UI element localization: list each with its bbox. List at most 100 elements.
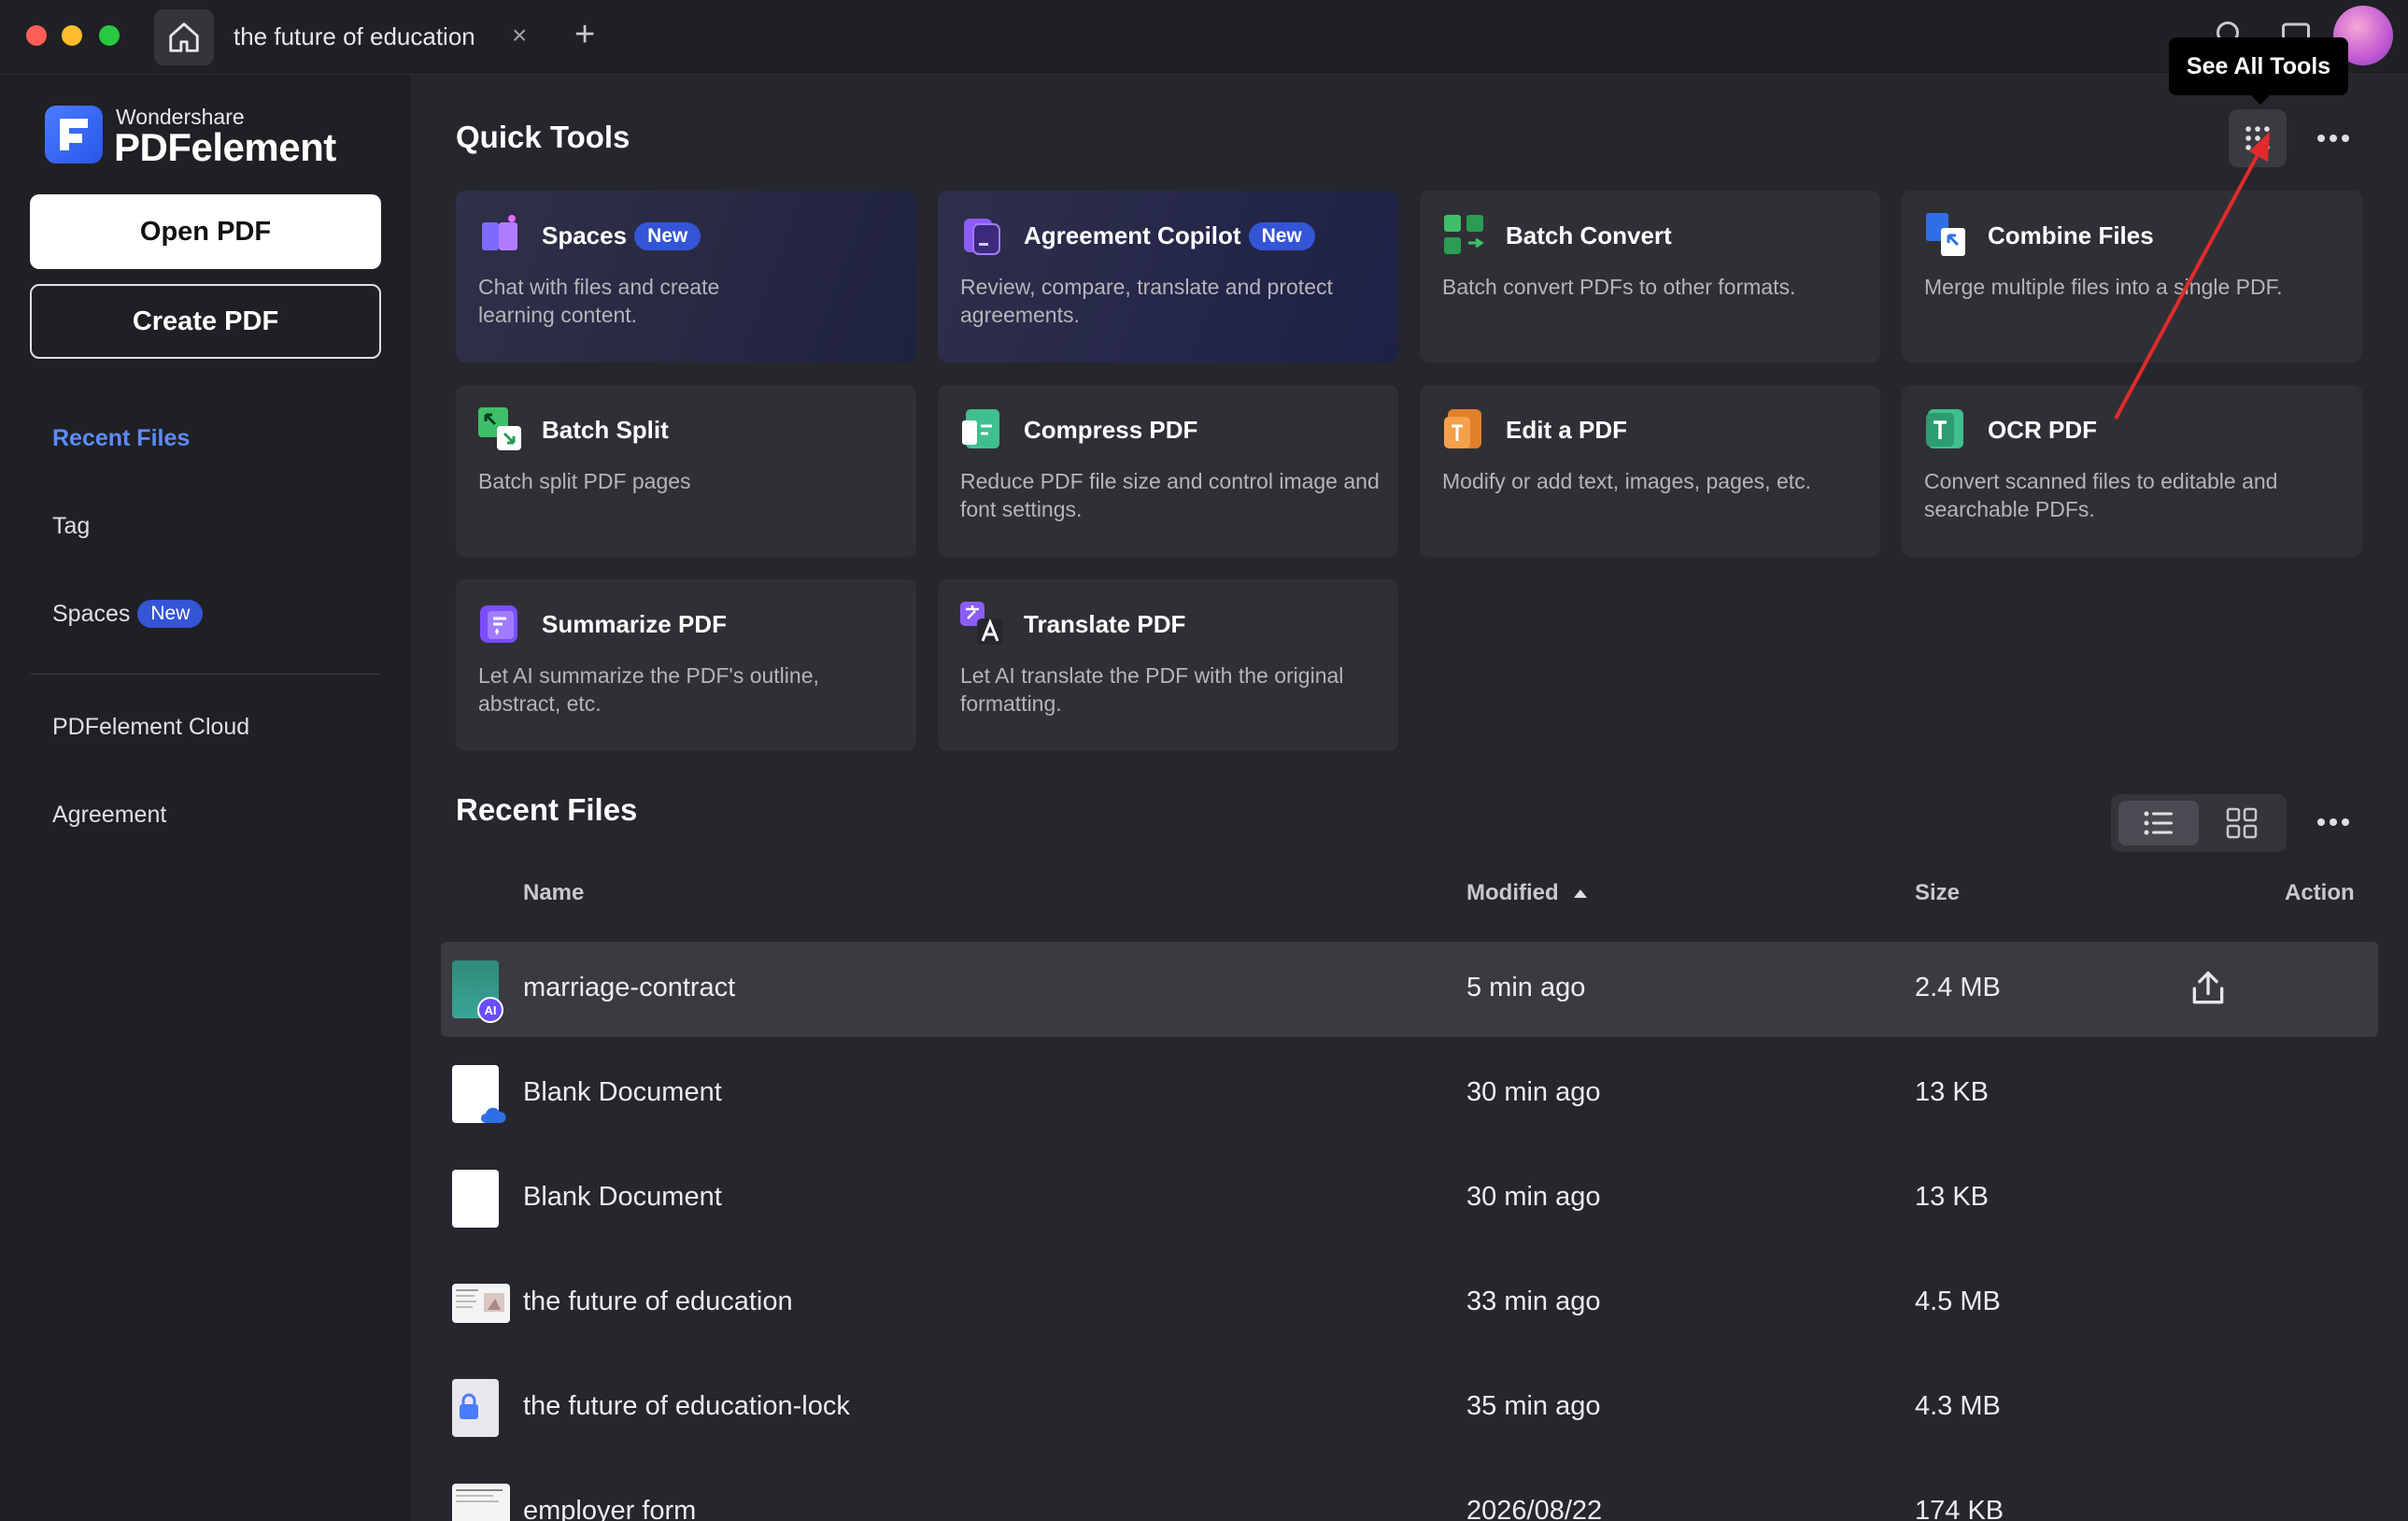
close-window-button[interactable] (26, 25, 47, 46)
sidebar-item-cloud[interactable]: PDFelement Cloud (52, 714, 249, 741)
quick-tools-title: Quick Tools (456, 120, 630, 154)
tab-close-icon[interactable]: × (512, 21, 527, 50)
file-name: the future of education-lock (523, 1391, 850, 1421)
tool-title: Combine Files (1988, 221, 2154, 249)
tool-title: Compress PDF (1024, 416, 1198, 444)
column-action: Action (2285, 880, 2355, 905)
see-all-tools-button[interactable] (2229, 109, 2287, 167)
quick-tools-more-button[interactable] (2310, 120, 2357, 157)
cloud-icon (481, 1107, 506, 1123)
column-name[interactable]: Name (523, 880, 584, 906)
tool-card-batch-split[interactable]: Batch Split Batch split PDF pages (456, 385, 916, 557)
file-modified: 35 min ago (1466, 1391, 1601, 1421)
tool-card-batch-convert[interactable]: Batch Convert Batch convert PDFs to othe… (1420, 191, 1880, 362)
zoom-window-button[interactable] (99, 25, 120, 46)
tool-desc: Review, compare, translate and protect a… (960, 275, 1333, 327)
tool-desc: Batch split PDF pages (478, 469, 691, 493)
sidebar-item-agreement[interactable]: Agreement (52, 802, 166, 829)
file-size: 2.4 MB (1915, 973, 2001, 1002)
tool-card-compress-pdf[interactable]: Compress PDF Reduce PDF file size and co… (938, 385, 1398, 557)
home-button[interactable] (154, 9, 214, 65)
share-icon[interactable] (2188, 968, 2229, 1009)
file-size: 13 KB (1915, 1077, 1989, 1107)
sidebar-divider (30, 674, 381, 675)
new-badge: New (634, 222, 701, 250)
document-preview-icon (456, 1289, 504, 1312)
file-size: 4.3 MB (1915, 1391, 2001, 1421)
file-thumbnail: AI (452, 960, 503, 1023)
sort-ascending-icon (1573, 889, 1587, 898)
sidebar-item-tag[interactable]: Tag (52, 513, 90, 540)
logo-product: PDFelement (114, 125, 336, 169)
column-modified[interactable]: Modified (1466, 880, 1589, 906)
tool-card-agreement-copilot[interactable]: Agreement Copilot New Review, compare, tr… (938, 191, 1398, 362)
ai-badge-icon: AI (477, 997, 503, 1023)
tool-card-edit-pdf[interactable]: Edit a PDF Modify or add text, images, p… (1420, 385, 1880, 557)
tool-desc: Let AI summarize the PDF's outline, abst… (478, 663, 819, 716)
svg-text:AI: AI (485, 1003, 497, 1017)
recent-files-more-button[interactable] (2310, 803, 2357, 841)
table-row[interactable]: employer form 2026/08/22 174 KB (441, 1465, 2378, 1521)
file-name: marriage-contract (523, 973, 736, 1002)
list-view-icon (2144, 811, 2173, 835)
more-horizontal-icon (2317, 818, 2349, 826)
tool-title: OCR PDF (1988, 416, 2097, 444)
tool-card-combine-files[interactable]: Combine Files Merge multiple files into … (1902, 191, 2362, 362)
grid-view-button[interactable] (2204, 801, 2279, 846)
edit-pdf-icon (1444, 409, 1481, 448)
more-horizontal-icon (2317, 135, 2349, 142)
tool-title: Translate PDF (1024, 610, 1186, 638)
tool-desc: Merge multiple files into a single PDF. (1924, 275, 2283, 299)
file-name: the future of education (523, 1286, 793, 1316)
see-all-tools-tooltip: See All Tools (2169, 37, 2348, 105)
file-modified: 2026/08/22 (1466, 1496, 1603, 1521)
new-badge: New (137, 600, 204, 628)
ocr-pdf-icon (1926, 409, 1963, 448)
list-view-button[interactable] (2118, 801, 2199, 846)
file-modified: 30 min ago (1466, 1077, 1601, 1107)
app-window: the future of education × + See All Tool… (0, 0, 2408, 1521)
tool-desc: Chat with files and create learning cont… (478, 275, 720, 327)
tab-title[interactable]: the future of education (234, 22, 475, 51)
document-preview-icon (456, 1489, 503, 1502)
file-modified: 5 min ago (1466, 973, 1586, 1002)
title-bar: the future of education × + (0, 0, 2408, 75)
tool-card-spaces[interactable]: Spaces New Chat with files and create lea… (456, 191, 916, 362)
file-name: Blank Document (523, 1077, 722, 1107)
tool-desc: Convert scanned files to editable and se… (1924, 469, 2278, 521)
column-size[interactable]: Size (1915, 880, 1960, 906)
combine-files-icon (1926, 213, 1965, 256)
main-content: Quick Tools Spaces New Chat with files an… (411, 75, 2408, 1521)
file-modified: 33 min ago (1466, 1286, 1601, 1316)
tool-card-summarize-pdf[interactable]: Summarize PDF Let AI summarize the PDF's… (456, 579, 916, 751)
batch-convert-icon (1444, 215, 1484, 254)
open-pdf-button[interactable]: Open PDF (30, 194, 381, 269)
tool-title: Batch Split (542, 416, 669, 444)
tool-title: Edit a PDF (1506, 416, 1628, 444)
sidebar-item-recent-files[interactable]: Recent Files (52, 425, 190, 452)
table-row[interactable]: the future of education-lock 35 min ago … (441, 1360, 2378, 1456)
tool-card-ocr-pdf[interactable]: OCR PDF Convert scanned files to editabl… (1902, 385, 2362, 557)
table-row[interactable]: AI marriage-contract 5 min ago 2.4 MB (441, 942, 2378, 1037)
tool-desc: Modify or add text, images, pages, etc. (1442, 469, 1812, 493)
file-thumbnail (452, 1065, 506, 1123)
file-thumbnail (452, 1484, 510, 1521)
sidebar-item-spaces[interactable]: Spaces New (52, 600, 204, 628)
new-tab-icon[interactable]: + (574, 15, 595, 55)
tool-desc: Let AI translate the PDF with the origin… (960, 663, 1344, 716)
tool-title: Summarize PDF (542, 610, 727, 638)
table-row[interactable]: Blank Document 30 min ago 13 KB (441, 1046, 2378, 1142)
agreement-copilot-icon (964, 219, 1000, 255)
tool-card-translate-pdf[interactable]: Translate PDF Let AI translate the PDF w… (938, 579, 1398, 751)
grid-dots-icon (2245, 126, 2270, 150)
file-thumbnail (452, 1170, 499, 1228)
recent-files-title: Recent Files (456, 792, 638, 827)
file-modified: 30 min ago (1466, 1182, 1601, 1212)
minimize-window-button[interactable] (62, 25, 82, 46)
file-thumbnail (452, 1284, 510, 1323)
create-pdf-button[interactable]: Create PDF (30, 284, 381, 359)
grid-view-icon (2226, 807, 2258, 839)
table-row[interactable]: the future of education 33 min ago 4.5 M… (441, 1256, 2378, 1351)
table-row[interactable]: Blank Document 30 min ago 13 KB (441, 1151, 2378, 1246)
file-size: 4.5 MB (1915, 1286, 2001, 1316)
